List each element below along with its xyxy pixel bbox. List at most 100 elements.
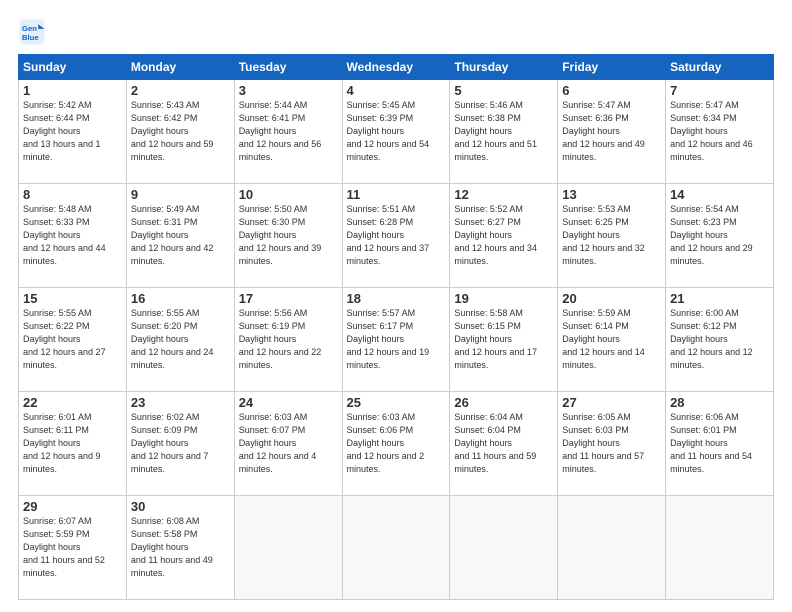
day-cell-9: 9Sunrise: 5:49 AMSunset: 6:31 PMDaylight…	[126, 184, 234, 288]
empty-cell	[450, 496, 558, 600]
logo: Gen Blue	[18, 18, 50, 46]
empty-cell	[666, 496, 774, 600]
day-cell-2: 2Sunrise: 5:43 AMSunset: 6:42 PMDaylight…	[126, 80, 234, 184]
svg-text:Gen: Gen	[22, 24, 37, 33]
day-number: 4	[347, 83, 446, 98]
day-cell-6: 6Sunrise: 5:47 AMSunset: 6:36 PMDaylight…	[558, 80, 666, 184]
empty-cell	[342, 496, 450, 600]
day-number: 30	[131, 499, 230, 514]
day-detail: Sunrise: 6:05 AMSunset: 6:03 PMDaylight …	[562, 411, 661, 476]
day-number: 12	[454, 187, 553, 202]
day-number: 6	[562, 83, 661, 98]
day-number: 8	[23, 187, 122, 202]
day-number: 17	[239, 291, 338, 306]
day-cell-3: 3Sunrise: 5:44 AMSunset: 6:41 PMDaylight…	[234, 80, 342, 184]
day-cell-22: 22Sunrise: 6:01 AMSunset: 6:11 PMDayligh…	[19, 392, 127, 496]
header-monday: Monday	[126, 55, 234, 80]
day-detail: Sunrise: 5:55 AMSunset: 6:22 PMDaylight …	[23, 307, 122, 372]
day-cell-18: 18Sunrise: 5:57 AMSunset: 6:17 PMDayligh…	[342, 288, 450, 392]
day-number: 2	[131, 83, 230, 98]
day-number: 29	[23, 499, 122, 514]
day-detail: Sunrise: 5:46 AMSunset: 6:38 PMDaylight …	[454, 99, 553, 164]
day-cell-12: 12Sunrise: 5:52 AMSunset: 6:27 PMDayligh…	[450, 184, 558, 288]
calendar-header-row: SundayMondayTuesdayWednesdayThursdayFrid…	[19, 55, 774, 80]
empty-cell	[234, 496, 342, 600]
day-detail: Sunrise: 5:54 AMSunset: 6:23 PMDaylight …	[670, 203, 769, 268]
day-cell-24: 24Sunrise: 6:03 AMSunset: 6:07 PMDayligh…	[234, 392, 342, 496]
day-cell-21: 21Sunrise: 6:00 AMSunset: 6:12 PMDayligh…	[666, 288, 774, 392]
day-cell-4: 4Sunrise: 5:45 AMSunset: 6:39 PMDaylight…	[342, 80, 450, 184]
day-number: 5	[454, 83, 553, 98]
day-detail: Sunrise: 5:47 AMSunset: 6:34 PMDaylight …	[670, 99, 769, 164]
day-cell-25: 25Sunrise: 6:03 AMSunset: 6:06 PMDayligh…	[342, 392, 450, 496]
svg-text:Blue: Blue	[22, 33, 40, 42]
day-cell-28: 28Sunrise: 6:06 AMSunset: 6:01 PMDayligh…	[666, 392, 774, 496]
header-sunday: Sunday	[19, 55, 127, 80]
day-number: 14	[670, 187, 769, 202]
day-cell-19: 19Sunrise: 5:58 AMSunset: 6:15 PMDayligh…	[450, 288, 558, 392]
week-row-3: 15Sunrise: 5:55 AMSunset: 6:22 PMDayligh…	[19, 288, 774, 392]
header: Gen Blue	[18, 18, 774, 46]
day-number: 3	[239, 83, 338, 98]
day-detail: Sunrise: 6:07 AMSunset: 5:59 PMDaylight …	[23, 515, 122, 580]
day-cell-20: 20Sunrise: 5:59 AMSunset: 6:14 PMDayligh…	[558, 288, 666, 392]
day-number: 13	[562, 187, 661, 202]
day-number: 28	[670, 395, 769, 410]
day-number: 16	[131, 291, 230, 306]
day-cell-30: 30Sunrise: 6:08 AMSunset: 5:58 PMDayligh…	[126, 496, 234, 600]
day-detail: Sunrise: 6:08 AMSunset: 5:58 PMDaylight …	[131, 515, 230, 580]
day-detail: Sunrise: 5:52 AMSunset: 6:27 PMDaylight …	[454, 203, 553, 268]
day-number: 26	[454, 395, 553, 410]
day-number: 7	[670, 83, 769, 98]
day-cell-7: 7Sunrise: 5:47 AMSunset: 6:34 PMDaylight…	[666, 80, 774, 184]
day-number: 10	[239, 187, 338, 202]
day-number: 9	[131, 187, 230, 202]
header-wednesday: Wednesday	[342, 55, 450, 80]
day-detail: Sunrise: 6:03 AMSunset: 6:06 PMDaylight …	[347, 411, 446, 476]
day-cell-1: 1Sunrise: 5:42 AMSunset: 6:44 PMDaylight…	[19, 80, 127, 184]
day-detail: Sunrise: 6:00 AMSunset: 6:12 PMDaylight …	[670, 307, 769, 372]
day-number: 19	[454, 291, 553, 306]
day-number: 25	[347, 395, 446, 410]
header-tuesday: Tuesday	[234, 55, 342, 80]
page: Gen Blue SundayMondayTuesdayWednesdayThu…	[0, 0, 792, 612]
day-detail: Sunrise: 5:43 AMSunset: 6:42 PMDaylight …	[131, 99, 230, 164]
day-cell-11: 11Sunrise: 5:51 AMSunset: 6:28 PMDayligh…	[342, 184, 450, 288]
day-number: 11	[347, 187, 446, 202]
day-detail: Sunrise: 5:42 AMSunset: 6:44 PMDaylight …	[23, 99, 122, 164]
day-detail: Sunrise: 5:44 AMSunset: 6:41 PMDaylight …	[239, 99, 338, 164]
day-detail: Sunrise: 5:48 AMSunset: 6:33 PMDaylight …	[23, 203, 122, 268]
header-saturday: Saturday	[666, 55, 774, 80]
day-cell-10: 10Sunrise: 5:50 AMSunset: 6:30 PMDayligh…	[234, 184, 342, 288]
empty-cell	[558, 496, 666, 600]
day-detail: Sunrise: 5:59 AMSunset: 6:14 PMDaylight …	[562, 307, 661, 372]
day-detail: Sunrise: 5:49 AMSunset: 6:31 PMDaylight …	[131, 203, 230, 268]
day-cell-13: 13Sunrise: 5:53 AMSunset: 6:25 PMDayligh…	[558, 184, 666, 288]
week-row-4: 22Sunrise: 6:01 AMSunset: 6:11 PMDayligh…	[19, 392, 774, 496]
calendar-table: SundayMondayTuesdayWednesdayThursdayFrid…	[18, 54, 774, 600]
day-detail: Sunrise: 5:55 AMSunset: 6:20 PMDaylight …	[131, 307, 230, 372]
header-thursday: Thursday	[450, 55, 558, 80]
week-row-5: 29Sunrise: 6:07 AMSunset: 5:59 PMDayligh…	[19, 496, 774, 600]
day-cell-15: 15Sunrise: 5:55 AMSunset: 6:22 PMDayligh…	[19, 288, 127, 392]
day-cell-5: 5Sunrise: 5:46 AMSunset: 6:38 PMDaylight…	[450, 80, 558, 184]
day-number: 27	[562, 395, 661, 410]
day-cell-23: 23Sunrise: 6:02 AMSunset: 6:09 PMDayligh…	[126, 392, 234, 496]
day-detail: Sunrise: 5:58 AMSunset: 6:15 PMDaylight …	[454, 307, 553, 372]
day-number: 23	[131, 395, 230, 410]
day-number: 15	[23, 291, 122, 306]
day-detail: Sunrise: 6:02 AMSunset: 6:09 PMDaylight …	[131, 411, 230, 476]
day-detail: Sunrise: 6:06 AMSunset: 6:01 PMDaylight …	[670, 411, 769, 476]
day-detail: Sunrise: 5:45 AMSunset: 6:39 PMDaylight …	[347, 99, 446, 164]
day-number: 24	[239, 395, 338, 410]
day-cell-27: 27Sunrise: 6:05 AMSunset: 6:03 PMDayligh…	[558, 392, 666, 496]
day-number: 18	[347, 291, 446, 306]
day-detail: Sunrise: 6:03 AMSunset: 6:07 PMDaylight …	[239, 411, 338, 476]
day-detail: Sunrise: 6:04 AMSunset: 6:04 PMDaylight …	[454, 411, 553, 476]
day-detail: Sunrise: 6:01 AMSunset: 6:11 PMDaylight …	[23, 411, 122, 476]
day-detail: Sunrise: 5:47 AMSunset: 6:36 PMDaylight …	[562, 99, 661, 164]
day-number: 1	[23, 83, 122, 98]
day-detail: Sunrise: 5:53 AMSunset: 6:25 PMDaylight …	[562, 203, 661, 268]
week-row-2: 8Sunrise: 5:48 AMSunset: 6:33 PMDaylight…	[19, 184, 774, 288]
day-cell-17: 17Sunrise: 5:56 AMSunset: 6:19 PMDayligh…	[234, 288, 342, 392]
